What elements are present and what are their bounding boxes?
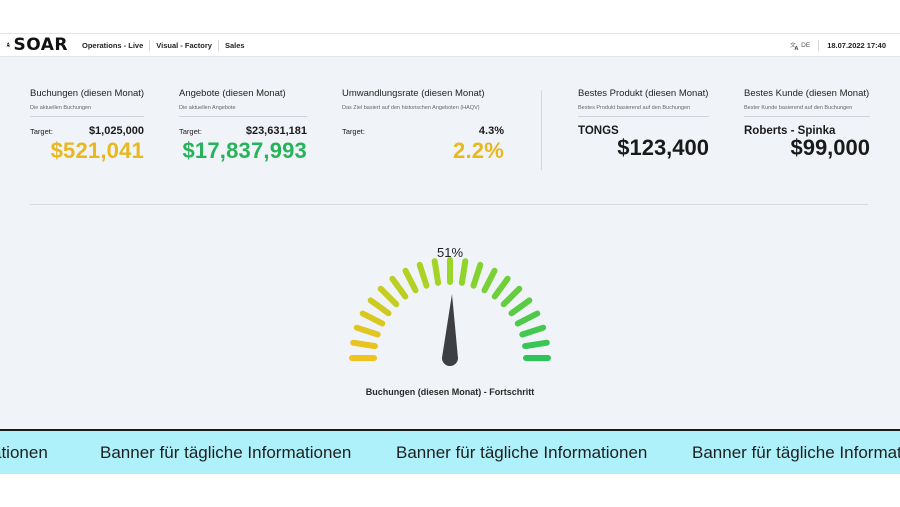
kpi-value: 2.2% bbox=[453, 138, 504, 163]
kpi-target-row: Target: 4.3% bbox=[342, 125, 504, 137]
horizontal-divider bbox=[30, 204, 868, 205]
bottom-whitespace bbox=[0, 474, 900, 507]
kpi-target-label: Target: bbox=[179, 127, 202, 136]
kpi-bestes-produkt: Bestes Produkt (diesen Monat) Bestes Pro… bbox=[578, 88, 709, 161]
nav-links: Operations - Live Visual - Factory Sales bbox=[76, 39, 251, 51]
rocket-icon bbox=[6, 42, 11, 48]
gauge-tick bbox=[359, 310, 386, 327]
nav-operations-live[interactable]: Operations - Live bbox=[76, 39, 151, 51]
kpi-title: Umwandlungsrate (diesen Monat) bbox=[342, 88, 485, 99]
gauge-tick bbox=[514, 310, 541, 327]
gauge-tick bbox=[377, 285, 400, 308]
kpi-title: Angebote (diesen Monat) bbox=[179, 88, 286, 99]
kpi-divider bbox=[578, 116, 709, 117]
kpi-buchungen: Buchungen (diesen Monat) Die aktuellen B… bbox=[30, 88, 144, 164]
datetime: 18.07.2022 17:40 bbox=[827, 40, 886, 50]
kpi-target-row: Target: $23,631,181 bbox=[179, 125, 307, 137]
dashboard-main: Buchungen (diesen Monat) Die aktuellen B… bbox=[0, 57, 900, 429]
banner-text: Banner für tägliche Informationen bbox=[396, 443, 648, 462]
language-code: DE bbox=[801, 41, 811, 49]
gauge-tick bbox=[470, 261, 484, 289]
soar-logo[interactable]: SOAR bbox=[6, 35, 68, 55]
kpi-value: $521,041 bbox=[50, 138, 144, 163]
translate-icon: 文 A bbox=[790, 41, 799, 50]
gauge-tick bbox=[350, 339, 378, 350]
gauge-tick bbox=[367, 297, 392, 317]
kpi-divider bbox=[744, 116, 870, 117]
nav-right: 文 A DE 18.07.2022 17:40 bbox=[790, 39, 886, 51]
banner-text-partial-start: ationen bbox=[0, 443, 48, 462]
kpi-subtitle: Die aktuellen Angebote bbox=[179, 105, 236, 111]
kpi-subtitle: Das Ziel basiert auf den historischen An… bbox=[342, 105, 480, 111]
language-switcher[interactable]: 文 A DE bbox=[790, 39, 820, 51]
kpi-target-value: $23,631,181 bbox=[245, 125, 307, 137]
kpi-target-label: Target: bbox=[30, 127, 53, 136]
nav-visual-factory[interactable]: Visual - Factory bbox=[150, 39, 219, 51]
gauge-tick bbox=[508, 297, 533, 317]
kpi-angebote: Angebote (diesen Monat) Die aktuellen An… bbox=[179, 88, 307, 164]
kpi-title: Bestes Produkt (diesen Monat) bbox=[578, 88, 709, 99]
kpi-title: Bestes Kunde (diesen Monat) bbox=[744, 88, 870, 99]
kpi-subtitle: Bestes Produkt basierend auf den Buchung… bbox=[578, 105, 691, 111]
vertical-divider bbox=[541, 90, 542, 170]
kpi-umwandlungsrate: Umwandlungsrate (diesen Monat) Das Ziel … bbox=[342, 88, 504, 164]
nav-sales[interactable]: Sales bbox=[219, 40, 251, 51]
gauge-caption: Buchungen (diesen Monat) - Fortschritt bbox=[365, 387, 535, 397]
kpi-target-label: Target: bbox=[342, 127, 365, 136]
kpi-subtitle: Bester Kunde basierend auf den Buchungen bbox=[744, 105, 853, 111]
kpi-title: Buchungen (diesen Monat) bbox=[30, 88, 145, 99]
kpi-target-row: Target: $1,025,000 bbox=[30, 125, 144, 137]
gauge-tick bbox=[522, 339, 550, 350]
kpi-target-value: $1,025,000 bbox=[88, 125, 144, 137]
banner-text: Banner für tägliche Informationen bbox=[100, 443, 352, 462]
top-navbar: SOAR Operations - Live Visual - Factory … bbox=[0, 33, 900, 57]
kpi-value: $17,837,993 bbox=[182, 138, 307, 163]
gauge-tick bbox=[402, 267, 419, 294]
gauge-tick bbox=[416, 261, 430, 289]
top-whitespace bbox=[0, 0, 900, 33]
gauge-tick bbox=[353, 324, 381, 338]
best-customer-value: $99,000 bbox=[790, 135, 870, 160]
gauge-needle bbox=[441, 294, 458, 367]
gauge-tick bbox=[481, 267, 498, 294]
gauge-tick bbox=[491, 275, 511, 300]
svg-text:A: A bbox=[795, 46, 799, 50]
gauge-tick bbox=[519, 324, 547, 338]
kpi-divider bbox=[179, 116, 307, 117]
best-product-value: $123,400 bbox=[617, 135, 709, 160]
gauge-tick bbox=[431, 258, 442, 286]
banner-text-partial-end: Banner für tägliche Informat bbox=[692, 443, 900, 462]
kpi-bestes-kunde: Bestes Kunde (diesen Monat) Bester Kunde… bbox=[744, 88, 870, 161]
kpi-divider bbox=[30, 116, 144, 117]
kpi-target-value: 4.3% bbox=[478, 125, 504, 137]
info-banner: ationen Banner für tägliche Informatione… bbox=[0, 429, 900, 474]
gauge-tick bbox=[500, 285, 523, 308]
logo-text: SOAR bbox=[13, 35, 68, 55]
gauge-tick bbox=[458, 258, 469, 286]
kpi-subtitle: Die aktuellen Buchungen bbox=[30, 105, 92, 111]
gauge-tick bbox=[389, 275, 409, 300]
kpi-divider bbox=[342, 116, 504, 117]
progress-gauge: 51% bbox=[349, 245, 551, 367]
